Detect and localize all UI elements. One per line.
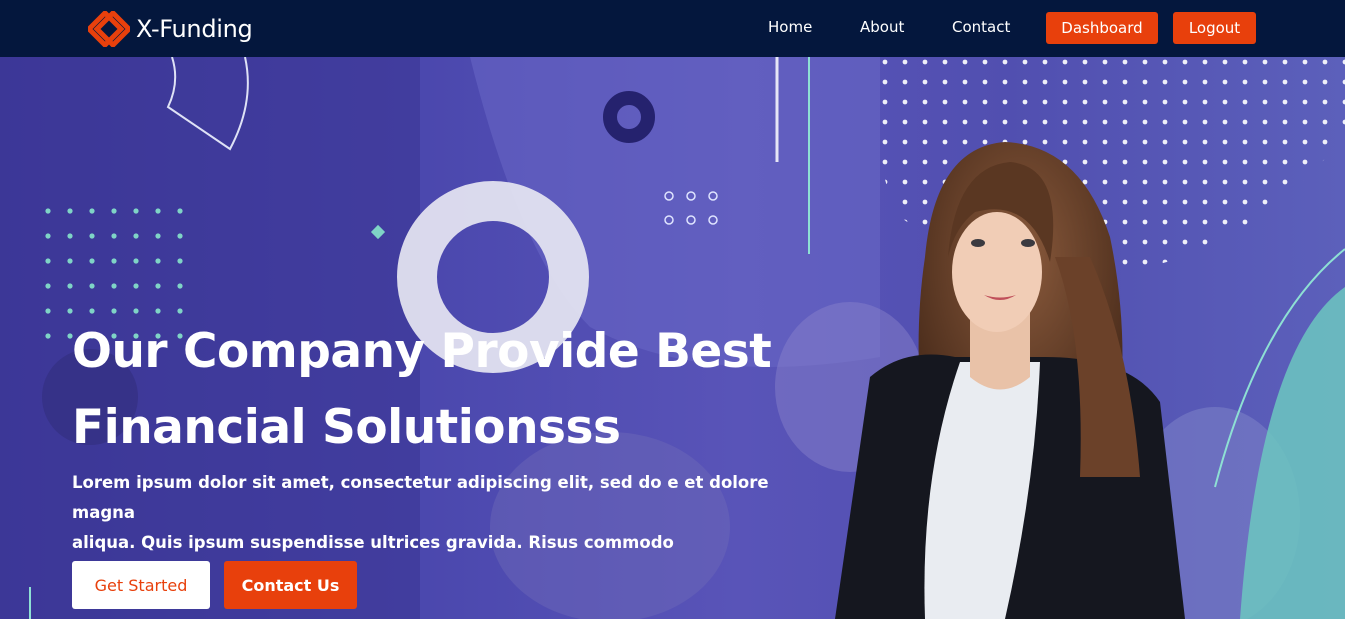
- hero-section: Our Company Provide Best Financial Solut…: [0, 57, 1345, 619]
- dashboard-button[interactable]: Dashboard: [1046, 12, 1158, 44]
- get-started-button[interactable]: Get Started: [72, 561, 210, 609]
- nav-home-link[interactable]: Home: [768, 18, 812, 36]
- hero-title-line-1: Our Company Provide Best: [72, 324, 772, 379]
- brand[interactable]: X-Funding: [88, 9, 253, 49]
- nav-about-link[interactable]: About: [860, 18, 904, 36]
- hero-description-line-2: aliqua. Quis ipsum suspendisse ultrices …: [72, 533, 674, 552]
- hero-description: Lorem ipsum dolor sit amet, consectetur …: [72, 468, 802, 558]
- nav-contact-link[interactable]: Contact: [952, 18, 1010, 36]
- hero-description-line-1: Lorem ipsum dolor sit amet, consectetur …: [72, 473, 769, 522]
- hero-title-line-2: Financial Solutionsss: [72, 400, 621, 455]
- hero-title: Our Company Provide Best Financial Solut…: [72, 314, 832, 466]
- contact-us-button[interactable]: Contact Us: [224, 561, 357, 609]
- top-navbar: X-Funding Home About Contact Dashboard L…: [0, 0, 1345, 57]
- brand-name: X-Funding: [136, 15, 253, 43]
- x-funding-logo-icon: [88, 11, 130, 47]
- logout-button[interactable]: Logout: [1173, 12, 1256, 44]
